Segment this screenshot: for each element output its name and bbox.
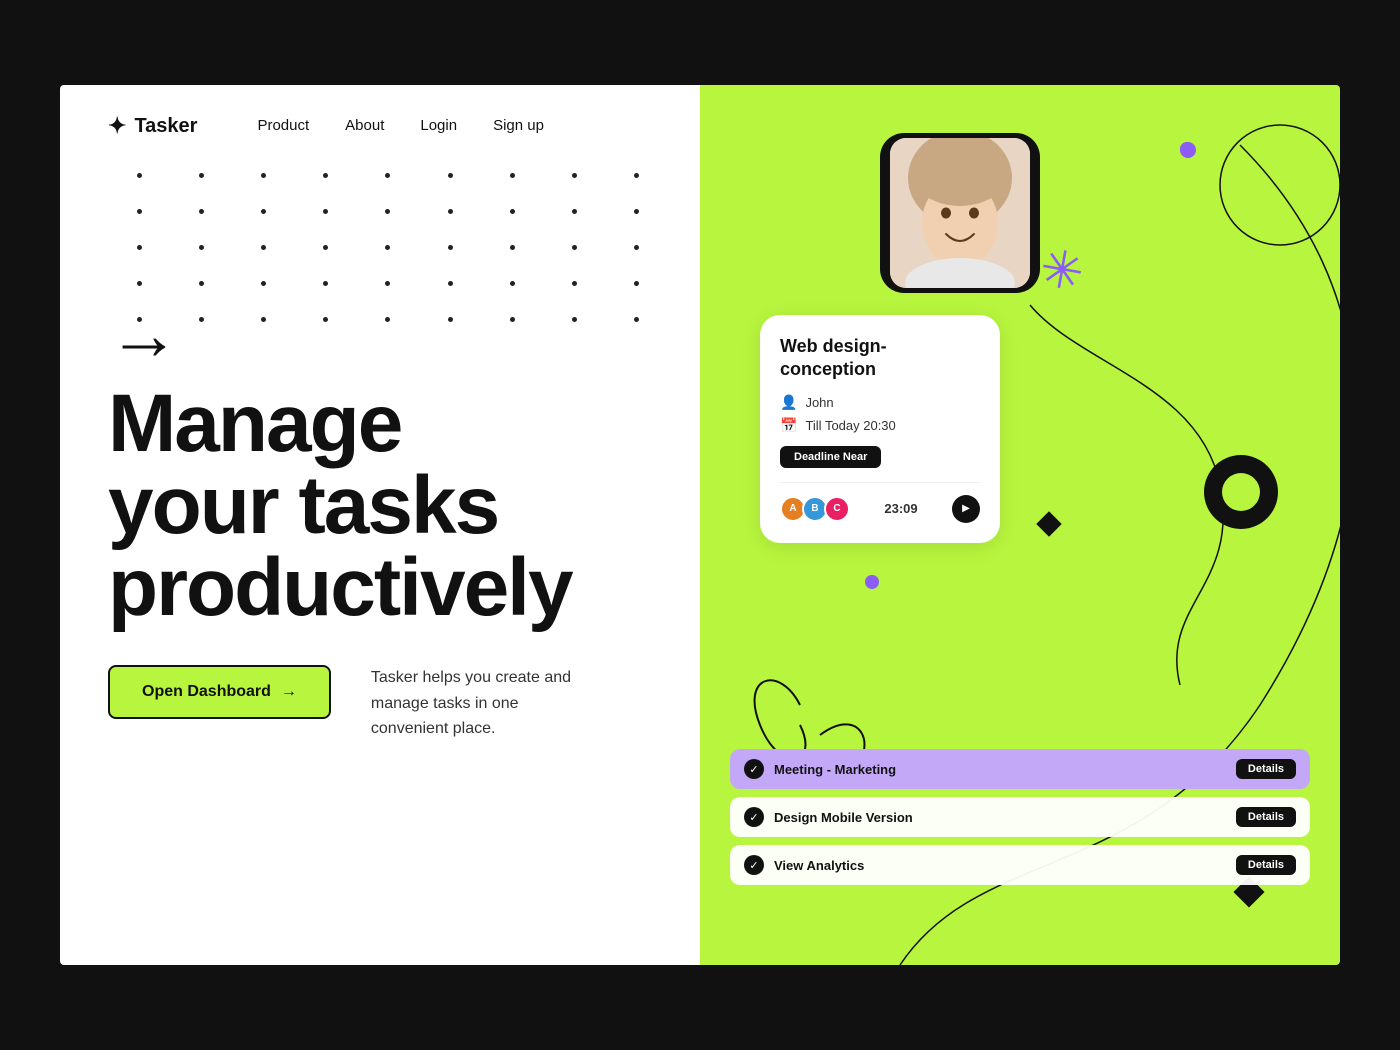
task-avatars: A B C — [780, 496, 850, 522]
dot — [448, 209, 453, 214]
dot — [137, 173, 142, 178]
asterisk-decoration: ✳ — [1036, 242, 1088, 301]
check-icon-1: ✓ — [744, 759, 764, 779]
circle-decoration — [1204, 455, 1278, 529]
dot — [634, 173, 639, 178]
dot — [510, 173, 515, 178]
diamond-small — [1036, 511, 1061, 536]
dot — [385, 173, 390, 178]
task-card: Web design-conception 👤 John 📅 Till Toda… — [760, 315, 1000, 543]
nav-links: Product About Login Sign up — [257, 117, 543, 135]
dot — [137, 209, 142, 214]
check-icon-2: ✓ — [744, 807, 764, 827]
details-btn-1[interactable]: Details — [1236, 759, 1296, 779]
task-list-item-2: ✓ Design Mobile Version Details — [730, 797, 1310, 837]
task-card-title: Web design-conception — [780, 335, 980, 382]
dot — [199, 209, 204, 214]
profile-card — [880, 133, 1040, 293]
check-icon-3: ✓ — [744, 855, 764, 875]
dot — [510, 209, 515, 214]
task-time: 23:09 — [884, 501, 917, 516]
circle-inner — [1222, 473, 1260, 511]
dot — [572, 209, 577, 214]
dot — [572, 173, 577, 178]
avatar-3: C — [824, 496, 850, 522]
details-btn-3[interactable]: Details — [1236, 855, 1296, 875]
task-list-label-1: Meeting - Marketing — [774, 762, 1226, 777]
task-list-item-1: ✓ Meeting - Marketing Details — [730, 749, 1310, 789]
nav-product[interactable]: Product — [257, 117, 309, 134]
play-button[interactable]: ▶ — [952, 495, 980, 523]
left-panel: ✦ Tasker Product About Login Sign up → M… — [60, 85, 700, 965]
logo[interactable]: ✦ Tasker — [108, 113, 197, 139]
dot — [634, 209, 639, 214]
task-list: ✓ Meeting - Marketing Details ✓ Design M… — [730, 749, 1310, 885]
task-footer: A B C 23:09 ▶ — [780, 495, 980, 523]
task-deadline: 📅 Till Today 20:30 — [780, 417, 980, 434]
dot — [448, 173, 453, 178]
task-list-label-3: View Analytics — [774, 858, 1226, 873]
right-panel: ✳ Web design-conception 👤 John 📅 Till To… — [700, 85, 1340, 965]
task-assignee: 👤 John — [780, 394, 980, 411]
details-btn-2[interactable]: Details — [1236, 807, 1296, 827]
nav-about[interactable]: About — [345, 117, 384, 134]
hero-description: Tasker helps you create and manage tasks… — [371, 665, 591, 742]
logo-icon: ✦ — [108, 113, 126, 139]
hero-section: → Manage your tasks productively Open Da… — [60, 239, 700, 742]
task-card-meta: 👤 John 📅 Till Today 20:30 — [780, 394, 980, 434]
task-divider — [780, 482, 980, 483]
task-list-item-3: ✓ View Analytics Details — [730, 845, 1310, 885]
purple-dot-top — [1180, 142, 1194, 156]
dot — [323, 173, 328, 178]
nav-login[interactable]: Login — [420, 117, 457, 134]
profile-avatar — [890, 138, 1030, 288]
dot — [199, 173, 204, 178]
logo-name: Tasker — [134, 115, 197, 138]
deadline-badge: Deadline Near — [780, 446, 881, 468]
calendar-icon: 📅 — [780, 417, 797, 434]
dot — [261, 209, 266, 214]
nav-signup[interactable]: Sign up — [493, 117, 544, 134]
dot — [261, 173, 266, 178]
open-dashboard-button[interactable]: Open Dashboard → — [108, 665, 331, 719]
dot — [323, 209, 328, 214]
task-list-label-2: Design Mobile Version — [774, 810, 1226, 825]
navigation: ✦ Tasker Product About Login Sign up — [60, 85, 700, 139]
person-icon: 👤 — [780, 394, 797, 411]
hero-title: Manage your tasks productively — [108, 383, 572, 629]
dot — [385, 209, 390, 214]
purple-dot-mid — [865, 575, 879, 589]
hero-arrow: → — [108, 299, 180, 371]
